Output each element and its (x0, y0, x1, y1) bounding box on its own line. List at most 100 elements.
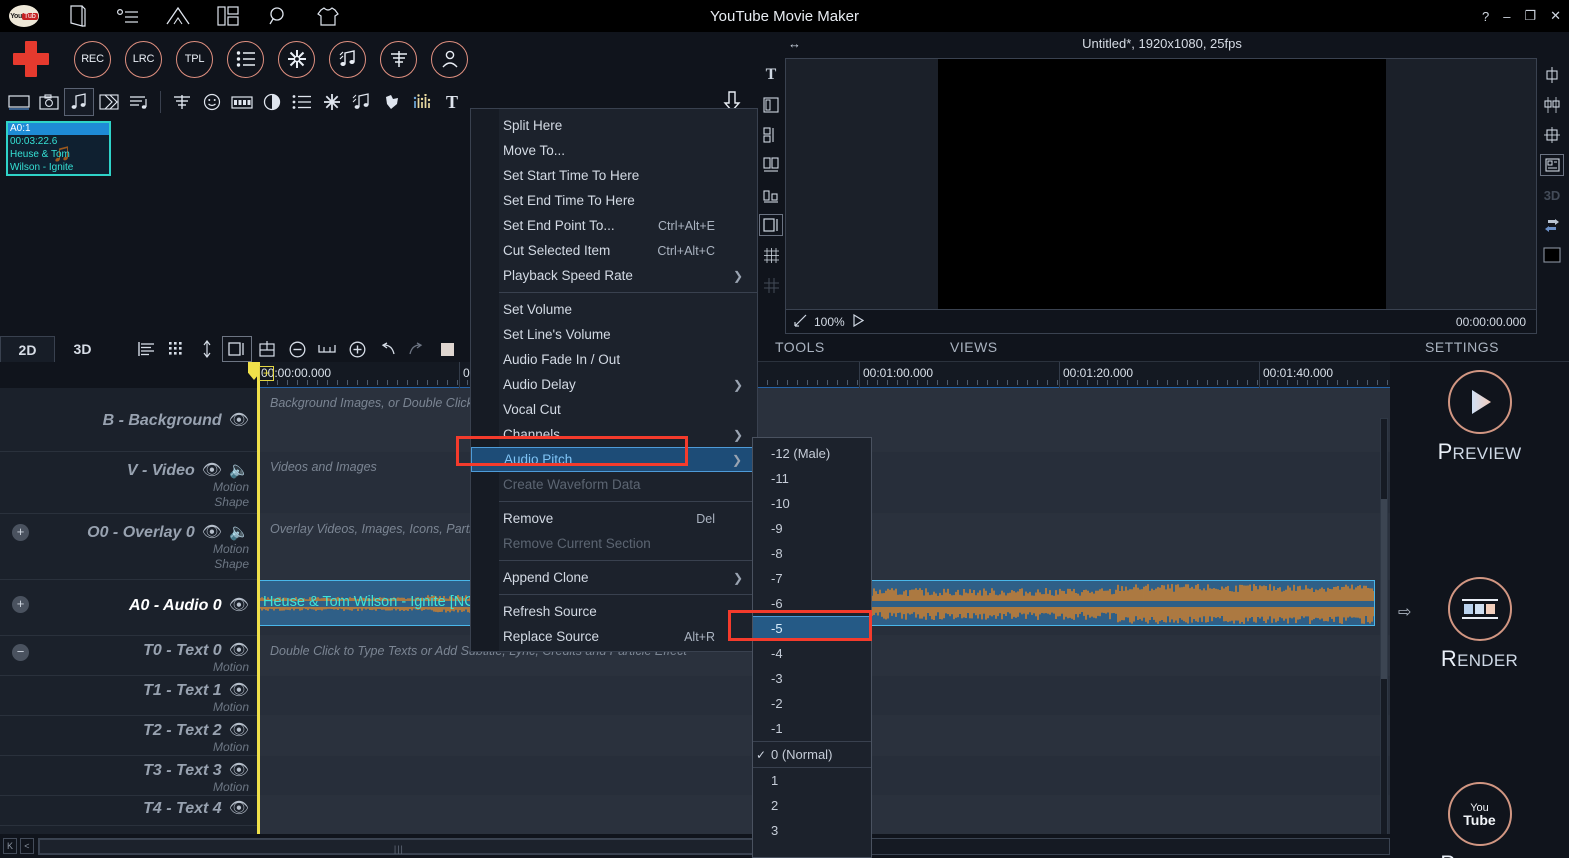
track-name-text2[interactable]: T2 - Text 2 👁 Motion (0, 716, 257, 756)
dots-grid-icon[interactable] (162, 336, 192, 362)
door-icon[interactable] (66, 4, 90, 28)
tab-3d[interactable]: 3D (55, 336, 110, 363)
track-sub-motion[interactable]: Motion (143, 700, 249, 715)
pitch-option-3[interactable]: 3 (753, 818, 871, 843)
list-bullet-icon[interactable] (116, 4, 140, 28)
align-center-both-icon[interactable] (1540, 124, 1564, 146)
flip-icon[interactable] (1540, 214, 1564, 236)
video-icon[interactable] (4, 88, 34, 116)
zoom-level[interactable]: 100% (814, 315, 845, 329)
pitch-option-9[interactable]: -9 (753, 516, 871, 541)
panel-layout-icon[interactable] (216, 4, 240, 28)
snowflake-icon[interactable] (317, 88, 347, 116)
pitch-option-6[interactable]: -6 (753, 591, 871, 616)
timeline-horizontal-scrollbar[interactable]: K < ||| (0, 834, 1391, 858)
grid-icon[interactable] (759, 274, 783, 296)
play-preview-icon[interactable] (852, 313, 864, 330)
context-menu-item-channels[interactable]: Channels ❯ (471, 422, 757, 447)
eye-icon[interactable]: 👁 (229, 640, 249, 660)
align-lines-icon[interactable] (132, 336, 162, 362)
track-name-text3[interactable]: T3 - Text 3 👁 Motion (0, 756, 257, 796)
track-name-text1[interactable]: T1 - Text 1 👁 Motion (0, 676, 257, 716)
context-menu-item-audio-fade-in-out[interactable]: Audio Fade In / Out (471, 347, 757, 372)
context-menu-item-set-end-time-to-here[interactable]: Set End Time To Here (471, 188, 757, 213)
context-menu-item-audio-delay[interactable]: Audio Delay ❯ (471, 372, 757, 397)
music-button[interactable] (329, 40, 366, 78)
pitch-option-7[interactable]: -7 (753, 566, 871, 591)
fit-icon[interactable] (312, 336, 342, 362)
context-menu-item-playback-speed-rate[interactable]: Playback Speed Rate ❯ (471, 263, 757, 288)
puzzle-icon[interactable] (377, 88, 407, 116)
tab-tools[interactable]: TOOLS (775, 339, 825, 355)
track-sub-shape[interactable]: Shape (127, 495, 249, 510)
publish-action[interactable]: YouTube PUBLISH (1390, 782, 1569, 858)
filmstrip-icon[interactable] (227, 88, 257, 116)
note-icon[interactable] (347, 88, 377, 116)
frame-select-icon[interactable] (222, 336, 252, 362)
redo-icon[interactable] (402, 336, 432, 362)
list-icon[interactable] (287, 88, 317, 116)
track-sub-motion[interactable]: Motion (127, 480, 249, 495)
transition-icon[interactable] (94, 88, 124, 116)
scrollbar-thumb[interactable] (1381, 499, 1387, 679)
photo-icon[interactable] (34, 88, 64, 116)
track-sub-motion[interactable]: Motion (143, 660, 249, 675)
text-icon[interactable]: T (437, 88, 467, 116)
text-icon[interactable]: T (759, 64, 783, 86)
context-menu-item-cut-selected-item[interactable]: Cut Selected Item Ctrl+Alt+C (471, 238, 757, 263)
pitch-option-10[interactable]: -10 (753, 491, 871, 516)
minimize-button[interactable]: – (1503, 9, 1510, 24)
magnifier-icon[interactable] (266, 4, 290, 28)
context-menu-item-append-clone[interactable]: Append Clone ❯ (471, 565, 757, 590)
pitch-option-12-male[interactable]: -12 (Male) (753, 441, 871, 466)
pitch-option-1[interactable]: 1 (753, 768, 871, 793)
split-cell-icon[interactable] (252, 336, 282, 362)
scroll-start-button[interactable]: K (3, 838, 17, 854)
tab-settings[interactable]: SETTINGS (1425, 339, 1499, 355)
track-sub-motion[interactable]: Motion (143, 780, 249, 795)
close-button[interactable]: ✕ (1550, 8, 1561, 24)
track-name-background[interactable]: B - Background 👁 (0, 388, 257, 452)
preview-action[interactable]: PREVIEW (1390, 370, 1569, 465)
effects-button[interactable] (278, 40, 315, 78)
track-expander-audio0[interactable]: + (12, 596, 29, 613)
layout-icon[interactable] (1540, 154, 1564, 176)
spectrum-icon[interactable] (407, 88, 437, 116)
align-bottom-icon[interactable] (759, 184, 783, 206)
pitch-option-11[interactable]: -11 (753, 466, 871, 491)
person-button[interactable] (431, 40, 468, 78)
pitch-option-5[interactable]: -5 (753, 616, 871, 641)
undo-icon[interactable] (372, 336, 402, 362)
context-menu-item-replace-source[interactable]: Replace Source Alt+R (471, 624, 757, 649)
height-arrow-icon[interactable] (192, 336, 222, 362)
context-menu-item-vocal-cut[interactable]: Vocal Cut (471, 397, 757, 422)
tpl-button[interactable]: TPL (176, 40, 213, 78)
timeline-vertical-scrollbar[interactable] (1380, 418, 1388, 838)
context-menu-item-audio-pitch[interactable]: Audio Pitch ❯ (471, 447, 757, 472)
speaker-icon[interactable]: 🔈 (229, 522, 249, 542)
context-menu-item-set-line-s-volume[interactable]: Set Line's Volume (471, 322, 757, 347)
media-item[interactable]: A0:1 ♫ 00:03:22.6 Heuse & Tom Wilson - I… (6, 121, 111, 176)
track-sub-motion[interactable]: Motion (87, 542, 249, 557)
tshirt-icon[interactable] (316, 4, 340, 28)
fit-zoom-icon[interactable] (794, 314, 807, 330)
context-menu-item-remove[interactable]: Remove Del (471, 506, 757, 531)
context-menu-item-split-here[interactable]: Split Here (471, 113, 757, 138)
track-expander-overlay0[interactable]: + (12, 524, 29, 541)
playhead[interactable]: + (248, 362, 274, 834)
eye-icon[interactable]: 👁 (229, 595, 249, 615)
zoom-in-icon[interactable] (342, 336, 372, 362)
eye-icon[interactable]: 👁 (229, 798, 249, 818)
pitch-option-1[interactable]: -1 (753, 716, 871, 741)
pitch-option-2[interactable]: 2 (753, 793, 871, 818)
eye-icon[interactable]: 👁 (229, 410, 249, 430)
tab-views[interactable]: VIEWS (950, 339, 998, 355)
pitch-option-4[interactable]: -4 (753, 641, 871, 666)
help-button[interactable]: ? (1482, 9, 1489, 24)
app-logo[interactable]: You Tub (4, 2, 44, 30)
eye-icon[interactable]: 👁 (229, 720, 249, 740)
equalizer-icon[interactable] (167, 88, 197, 116)
pitch-option-0-normal[interactable]: ✓ 0 (Normal) (753, 742, 871, 767)
split-vertical-icon[interactable] (759, 154, 783, 176)
track-expander-text0[interactable]: − (12, 644, 29, 661)
